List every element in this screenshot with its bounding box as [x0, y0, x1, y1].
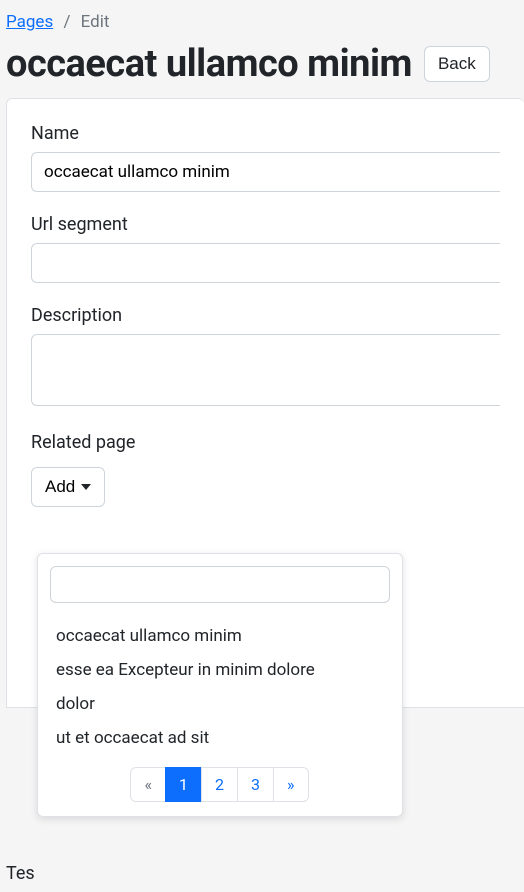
pagination-page-2[interactable]: 2	[201, 767, 238, 802]
url-segment-label: Url segment	[31, 214, 500, 235]
title-row: occaecat ullamco minim Back	[0, 38, 524, 98]
pagination-prev[interactable]: «	[130, 767, 166, 802]
breadcrumb-current: Edit	[81, 12, 110, 32]
dropdown-item[interactable]: dolor	[50, 687, 390, 721]
related-page-label: Related page	[31, 432, 500, 453]
page-title: occaecat ullamco minim	[6, 42, 412, 86]
dropdown-search-input[interactable]	[50, 566, 390, 603]
url-segment-input[interactable]	[31, 243, 500, 283]
dropdown-item[interactable]: occaecat ullamco minim	[50, 619, 390, 653]
caret-down-icon	[81, 484, 91, 490]
add-button-label: Add	[45, 477, 75, 497]
pagination-page-1[interactable]: 1	[165, 767, 202, 802]
truncated-text: Tes	[6, 863, 35, 884]
edit-card: Name Url segment Description Related pag…	[6, 98, 524, 708]
breadcrumb-separator: /	[63, 12, 70, 32]
dropdown-item[interactable]: ut et occaecat ad sit	[50, 721, 390, 755]
breadcrumb: Pages / Edit	[0, 0, 524, 38]
pagination-next[interactable]: »	[273, 767, 309, 802]
related-page-dropdown: occaecat ullamco minim esse ea Excepteur…	[37, 553, 403, 817]
name-label: Name	[31, 123, 500, 144]
name-input[interactable]	[31, 152, 500, 192]
breadcrumb-link-pages[interactable]: Pages	[6, 12, 53, 32]
dropdown-pagination: « 1 2 3 »	[50, 767, 390, 802]
description-input[interactable]	[31, 334, 500, 406]
dropdown-item[interactable]: esse ea Excepteur in minim dolore	[50, 653, 390, 687]
back-button[interactable]: Back	[424, 46, 490, 82]
pagination-page-3[interactable]: 3	[237, 767, 274, 802]
add-related-page-button[interactable]: Add	[31, 467, 105, 507]
description-label: Description	[31, 305, 500, 326]
